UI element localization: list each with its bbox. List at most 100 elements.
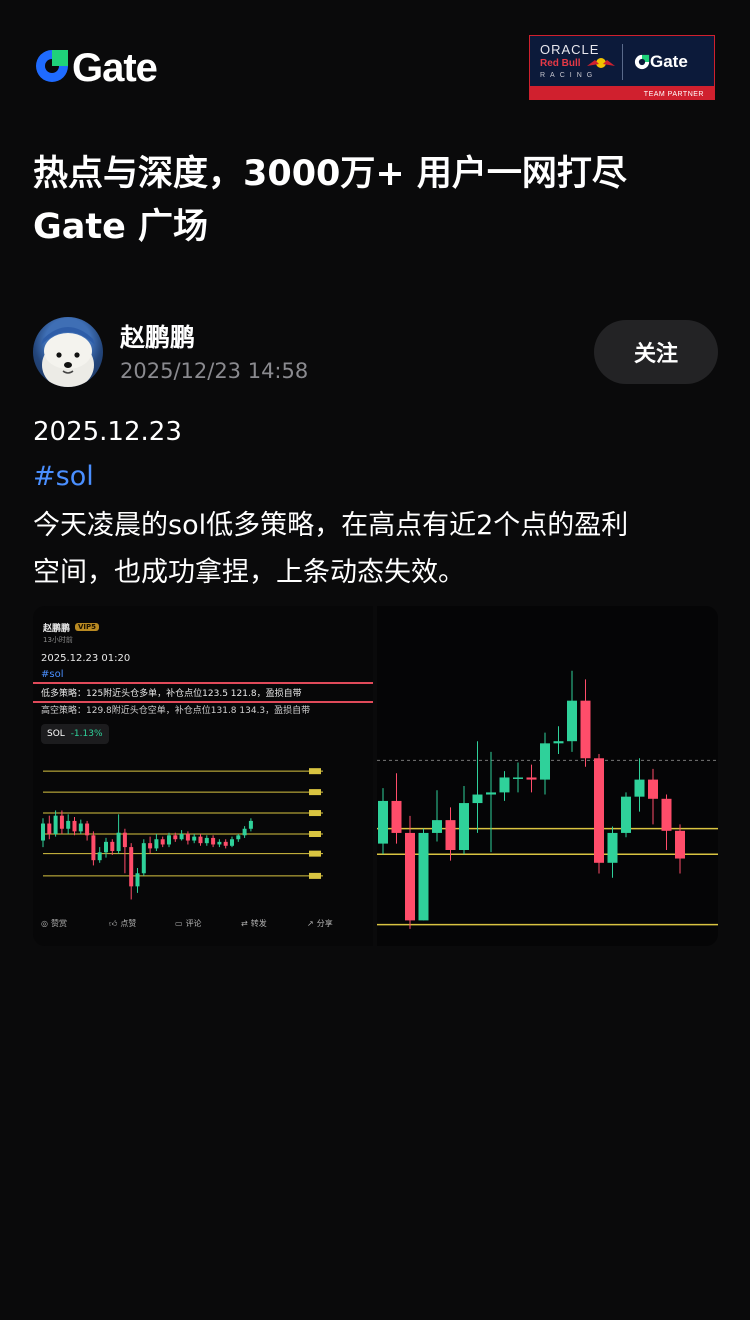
post-body-line-2: 空间，也成功拿捏，上条动态失效。 <box>33 557 465 588</box>
gate-mini-icon <box>634 54 650 70</box>
gate-logo-icon <box>34 48 70 88</box>
highlight-line-top <box>33 682 373 684</box>
candle-body <box>141 843 146 874</box>
like-icon: 👍︎ <box>109 918 118 928</box>
embedded-hashtag: #sol <box>41 669 64 680</box>
candle-body <box>405 832 415 921</box>
candle-body <box>378 800 388 844</box>
post-image-1[interactable]: 赵鹏鹏 VIP5 13小时前 2025.12.23 01:20 #sol 低多策略… <box>33 606 373 946</box>
vip-badge: VIP5 <box>75 623 100 631</box>
candle-body <box>204 837 209 844</box>
small-candlestick-chart <box>41 768 323 900</box>
candle-body <box>526 777 537 780</box>
sol-ticker-label: SOL <box>47 729 65 739</box>
share-label: 分享 <box>316 919 333 928</box>
post-body: 今天凌晨的sol低多策略，在高点有近2个点的盈利 空间，也成功拿捏，上条动态失效… <box>33 502 723 596</box>
candle-body <box>661 798 672 831</box>
candle-body <box>179 834 184 840</box>
repost-action: ⇄ 转发 <box>241 918 267 929</box>
candle-body <box>540 743 550 780</box>
post-hashtag-link[interactable]: #sol <box>33 461 94 492</box>
candle-body <box>160 839 165 845</box>
embedded-date: 2025.12.23 01:20 <box>41 653 131 664</box>
team-partner-badge: ORACLE Red Bull RACING Gate TEAM PARTNER <box>529 35 715 100</box>
candle-body <box>78 823 83 832</box>
candle-body <box>445 820 456 850</box>
candle-body <box>91 835 96 861</box>
partner-redbull-text: Red Bull <box>540 58 581 69</box>
price-tag-marker <box>309 850 321 857</box>
candle-body <box>41 823 45 841</box>
candle-body <box>148 843 153 849</box>
price-tag-marker <box>309 872 321 879</box>
reward-icon: ◎ <box>41 919 48 928</box>
candle-body <box>211 837 216 845</box>
like-action: 👍︎ 点赞 <box>109 918 136 929</box>
author-avatar[interactable] <box>33 317 103 387</box>
candle-body <box>242 828 247 836</box>
candle-body <box>513 777 523 779</box>
comment-action: ▭ 评论 <box>175 918 202 929</box>
reward-label: 赞赏 <box>50 919 67 928</box>
candle-body <box>499 777 510 793</box>
follow-button[interactable]: 关注 <box>594 320 718 384</box>
partner-footer-text: TEAM PARTNER <box>643 91 704 98</box>
candle-body <box>472 794 483 804</box>
candle-body <box>391 800 402 833</box>
candle-body <box>594 758 604 863</box>
share-action: ↗ 分享 <box>307 918 333 929</box>
promo-headline: 热点与深度，3000万+ 用户一网打尽 Gate 广场 <box>33 148 723 254</box>
gate-logo[interactable]: Gate <box>34 48 158 88</box>
reward-action: ◎ 赞赏 <box>41 918 67 929</box>
repost-icon: ⇄ <box>241 919 248 928</box>
post-timestamp: 2025/12/23 14:58 <box>120 359 309 383</box>
sol-change-value: -1.13% <box>70 729 103 739</box>
dog-avatar-icon <box>41 327 95 387</box>
comment-icon: ▭ <box>175 919 183 928</box>
candle-body <box>217 841 222 845</box>
partner-oracle-text: ORACLE <box>540 42 600 57</box>
candle-body <box>116 832 121 852</box>
share-icon: ↗ <box>307 919 314 928</box>
candle-body <box>185 834 190 841</box>
price-tag-marker <box>309 831 321 837</box>
candle-body <box>110 841 115 852</box>
author-name[interactable]: 赵鹏鹏 <box>120 318 195 354</box>
headline-line-1: 热点与深度，3000万+ 用户一网打尽 <box>33 154 627 194</box>
candle-body <box>104 841 108 853</box>
candle-body <box>459 803 469 850</box>
candle-body <box>236 835 241 840</box>
candle-body <box>129 847 134 887</box>
candle-body <box>648 779 658 799</box>
repost-label: 转发 <box>250 919 267 928</box>
candle-body <box>418 832 429 921</box>
candle-body <box>66 820 71 829</box>
candle-body <box>167 835 171 845</box>
candle-body <box>580 700 591 759</box>
candle-body <box>621 796 631 833</box>
price-tag-marker <box>309 789 321 796</box>
candle-body <box>154 839 159 849</box>
post-image-2[interactable] <box>377 606 718 946</box>
partner-gate-text: Gate <box>650 52 688 71</box>
partner-divider <box>622 44 623 80</box>
candle-body <box>553 741 564 744</box>
partner-gate-logo: Gate <box>634 52 688 72</box>
candle-body <box>192 836 197 841</box>
candle-body <box>675 830 685 859</box>
candle-body <box>173 835 178 840</box>
candle-body <box>85 823 90 836</box>
candle-body <box>432 820 442 833</box>
candle-body <box>248 820 253 829</box>
embedded-long-strategy: 低多策略：125附近头仓多单，补仓点位123.5 121.8，盈损自带 <box>41 689 302 699</box>
headline-line-2: Gate 广场 <box>33 207 209 247</box>
large-candlestick-chart <box>377 670 718 929</box>
candle-body <box>47 823 52 834</box>
candle-body <box>53 815 58 834</box>
embedded-short-strategy: 高空策略：129.8附近头仓空单，补仓点位131.8 134.3，盈损自带 <box>41 706 311 716</box>
post-date-text: 2025.12.23 <box>33 417 182 447</box>
candle-body <box>122 832 127 848</box>
price-tag-marker <box>309 768 321 775</box>
candle-body <box>198 836 203 844</box>
post-body-line-1: 今天凌晨的sol低多策略，在高点有近2个点的盈利 <box>33 510 629 541</box>
